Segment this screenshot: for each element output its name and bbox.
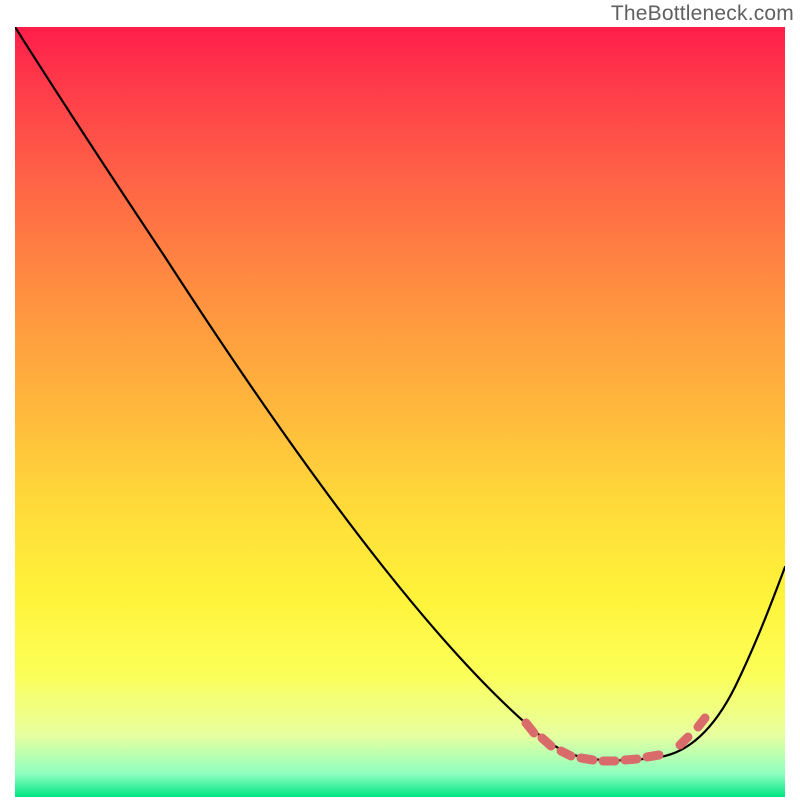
chart-container: TheBottleneck.com: [0, 0, 800, 800]
watermark-text: TheBottleneck.com: [611, 2, 794, 26]
curve-main: [15, 27, 785, 760]
trough-ticks: [526, 718, 705, 761]
chart-plot-area: [15, 27, 785, 797]
chart-svg: [15, 27, 785, 797]
